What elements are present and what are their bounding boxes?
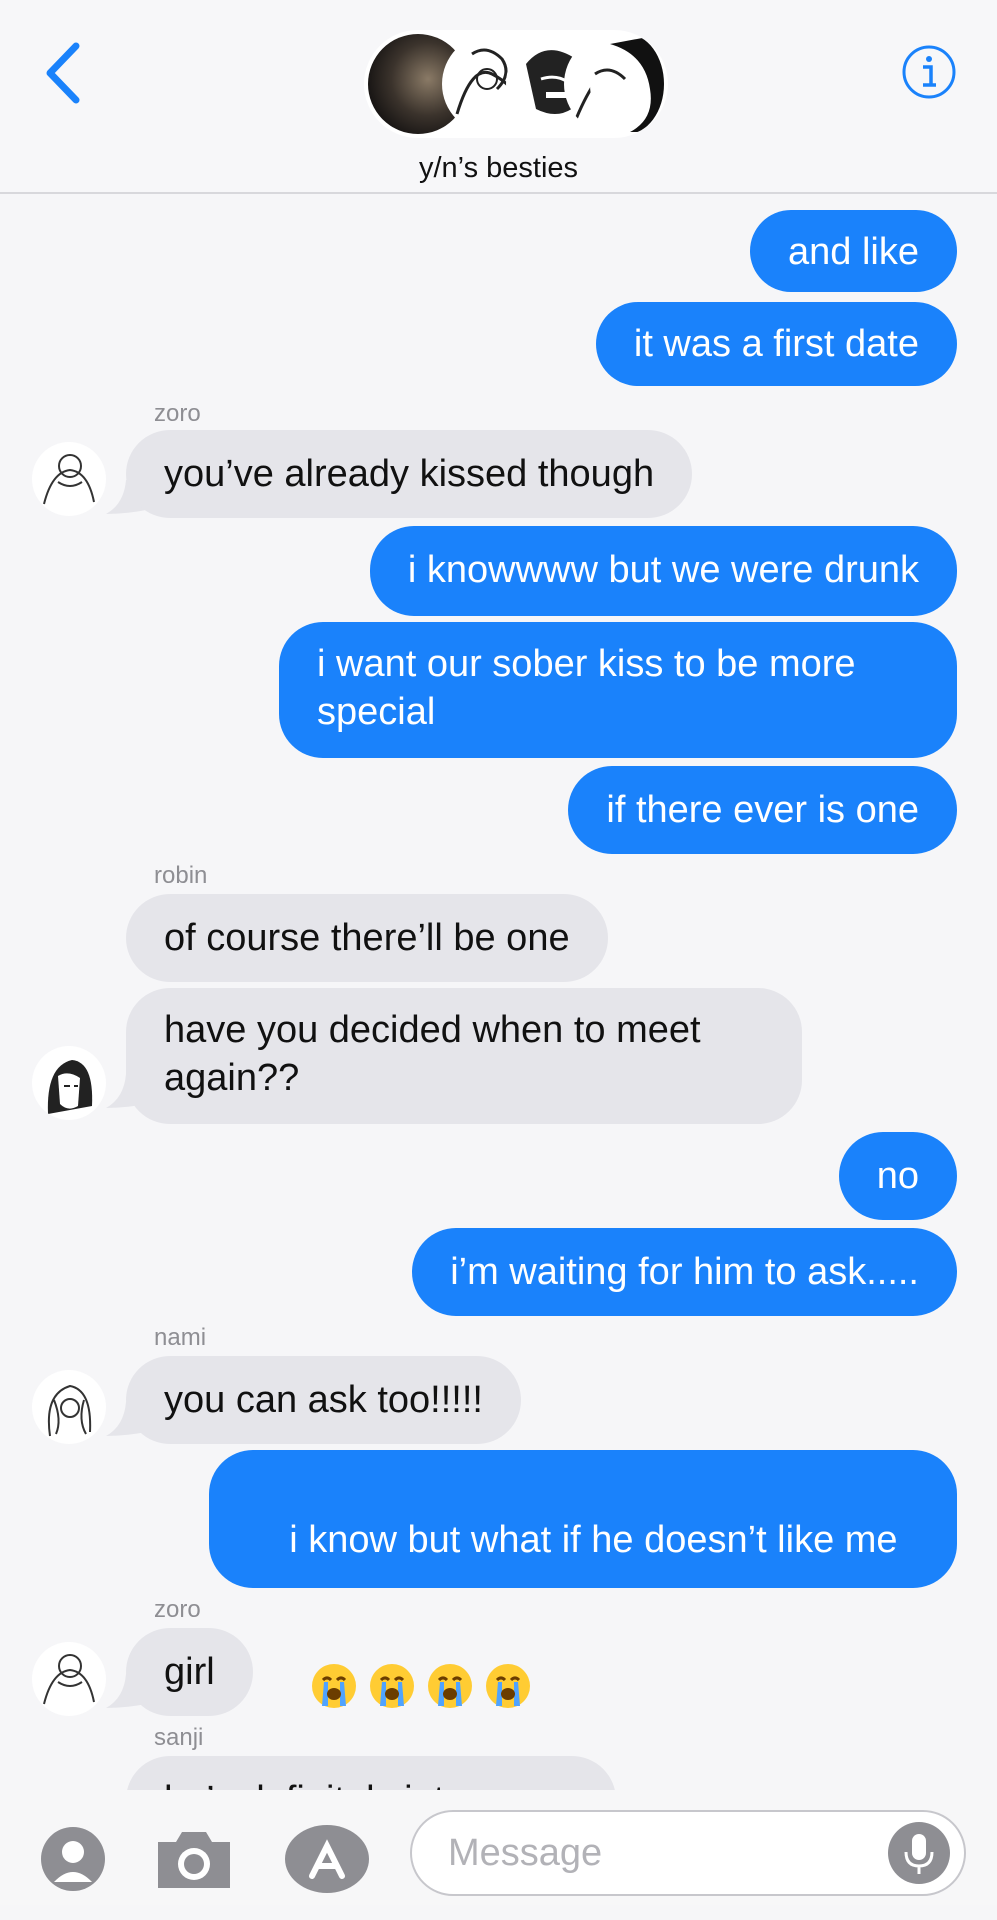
message-bubble-incoming[interactable]: he’s definitely into you	[126, 1756, 616, 1790]
avatar-group-member	[590, 34, 664, 134]
microphone-icon[interactable]	[888, 1822, 950, 1884]
sender-name: sanji	[154, 1724, 204, 1751]
message-bubble-incoming[interactable]: you can ask too!!!!!	[126, 1356, 521, 1444]
message-bubble-incoming[interactable]: you’ve already kissed though	[126, 430, 693, 518]
message-bubble-outgoing[interactable]: i’m waiting for him to ask.....	[412, 1228, 957, 1316]
sender-name: nami	[154, 1324, 207, 1351]
sender-name: zoro	[154, 400, 201, 427]
loudly-crying-face-icon	[370, 1663, 415, 1708]
message-bubble-outgoing[interactable]: i knowwww but we were drunk	[369, 526, 957, 616]
sender-name: zoro	[154, 1596, 201, 1623]
back-chevron-icon[interactable]	[40, 40, 90, 106]
avatar-zoro[interactable]	[32, 1642, 106, 1716]
avatar-robin[interactable]	[32, 1046, 106, 1120]
message-bubble-outgoing[interactable]: i want our sober kiss to be more special	[279, 622, 957, 758]
message-bubble-outgoing[interactable]: if there ever is one	[568, 766, 957, 854]
message-bubble-outgoing[interactable]: and like	[750, 210, 957, 292]
loudly-crying-face-icon	[428, 1663, 473, 1708]
message-bubble-outgoing[interactable]: no	[838, 1132, 957, 1220]
group-name[interactable]: y/n’s besties	[0, 152, 997, 185]
avatar-zoro[interactable]	[32, 442, 106, 516]
info-icon[interactable]	[901, 44, 957, 100]
message-input[interactable]: Message	[410, 1810, 966, 1896]
avatar-nami[interactable]	[32, 1370, 106, 1444]
conversation-header: y/n’s besties	[0, 0, 997, 194]
loudly-crying-face-icon	[312, 1663, 357, 1708]
message-bubble-outgoing[interactable]: it was a first date	[595, 302, 957, 386]
message-bubble-incoming[interactable]: girl	[126, 1628, 253, 1716]
message-placeholder: Message	[448, 1832, 603, 1874]
message-list[interactable]: and like it was a first date zoro you’ve…	[0, 194, 997, 1790]
message-bubble-outgoing[interactable]: i know but what if he doesn’t like me	[209, 1450, 957, 1708]
message-bubble-incoming[interactable]: have you decided when to meet again??	[126, 988, 802, 1124]
emoji-row	[247, 1663, 542, 1755]
loudly-crying-face-icon	[486, 1663, 531, 1708]
camera-icon[interactable]	[152, 1826, 236, 1894]
app-store-icon[interactable]	[284, 1824, 370, 1894]
group-avatar-stack[interactable]	[364, 30, 668, 138]
sender-name: robin	[154, 862, 208, 889]
contact-icon[interactable]	[40, 1826, 106, 1892]
composer-bar: Message	[0, 1790, 997, 1920]
message-bubble-incoming[interactable]: of course there’ll be one	[126, 894, 608, 982]
